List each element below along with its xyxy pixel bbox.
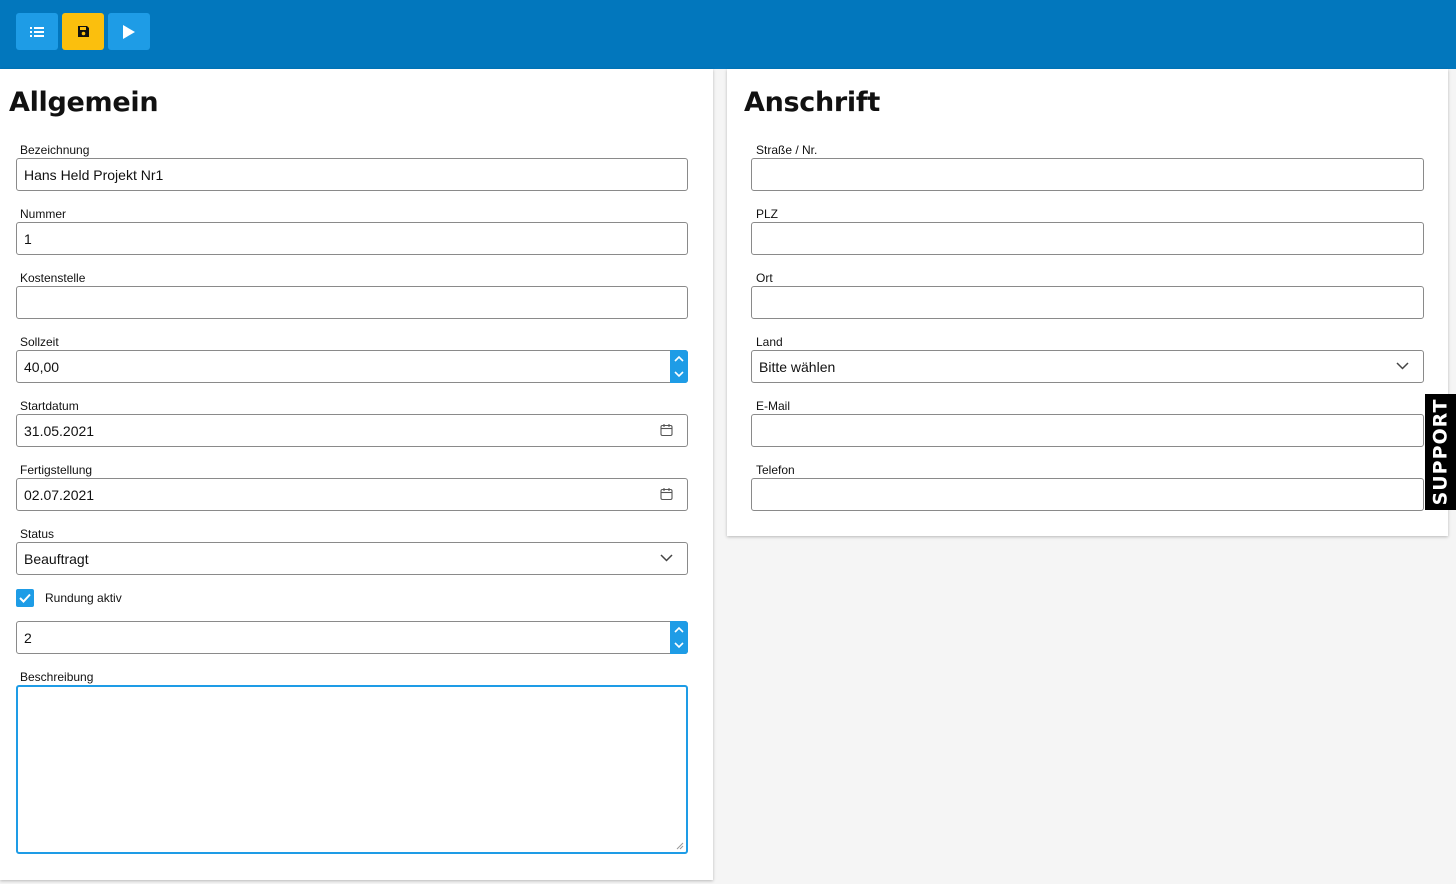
fertigstellung-input[interactable]: 02.07.2021 — [16, 478, 688, 511]
anschrift-title: Anschrift — [744, 87, 880, 118]
run-button[interactable] — [108, 13, 150, 50]
telefon-label: Telefon — [756, 463, 795, 477]
ort-label: Ort — [756, 271, 773, 285]
allgemein-title: Allgemein — [9, 87, 159, 118]
rundung-value: 2 — [24, 629, 32, 646]
sollzeit-stepper[interactable] — [670, 350, 688, 383]
beschreibung-textarea[interactable] — [16, 685, 688, 854]
ort-input[interactable] — [751, 286, 1424, 319]
save-button[interactable] — [62, 13, 104, 50]
rundung-input[interactable]: 2 — [16, 621, 688, 654]
play-icon — [123, 24, 135, 39]
chevron-down-icon[interactable] — [674, 371, 684, 378]
list-icon — [30, 26, 44, 37]
calendar-icon[interactable] — [660, 423, 673, 437]
strasse-input[interactable] — [751, 158, 1424, 191]
email-label: E-Mail — [756, 399, 791, 413]
kostenstelle-label: Kostenstelle — [20, 271, 86, 285]
sollzeit-value: 40,00 — [24, 358, 60, 375]
allgemein-card: Allgemein Bezeichnung Hans Held Projekt … — [0, 69, 713, 880]
bezeichnung-input[interactable]: Hans Held Projekt Nr1 — [16, 158, 688, 191]
status-value: Beauftragt — [24, 550, 89, 567]
chevron-up-icon[interactable] — [674, 355, 684, 362]
checkmark-icon — [19, 593, 31, 603]
land-select[interactable]: Bitte wählen — [751, 350, 1424, 383]
list-button[interactable] — [16, 13, 58, 50]
plz-input[interactable] — [751, 222, 1424, 255]
fertigstellung-value: 02.07.2021 — [24, 486, 95, 503]
plz-label: PLZ — [756, 207, 779, 221]
status-select[interactable]: Beauftragt — [16, 542, 688, 575]
rundung-checkbox[interactable] — [16, 589, 34, 607]
save-icon — [77, 26, 89, 37]
status-label: Status — [20, 527, 55, 541]
fertigstellung-label: Fertigstellung — [20, 463, 93, 477]
startdatum-value: 31.05.2021 — [24, 422, 95, 439]
top-toolbar — [0, 0, 1456, 69]
nummer-label: Nummer — [20, 207, 67, 221]
rundung-label: Rundung aktiv — [45, 591, 122, 605]
anschrift-card: Anschrift Straße / Nr. PLZ Ort Land Bitt… — [727, 69, 1448, 536]
telefon-input[interactable] — [751, 478, 1424, 511]
rundung-stepper[interactable] — [670, 621, 688, 654]
bezeichnung-label: Bezeichnung — [20, 143, 90, 157]
beschreibung-label: Beschreibung — [20, 670, 94, 684]
support-tab[interactable]: SUPPORT — [1425, 394, 1456, 510]
chevron-down-icon[interactable] — [1396, 362, 1409, 370]
sollzeit-label: Sollzeit — [20, 335, 59, 349]
email-input[interactable] — [751, 414, 1424, 447]
resize-handle-icon[interactable] — [676, 842, 684, 850]
nummer-input[interactable]: 1 — [16, 222, 688, 255]
chevron-up-icon[interactable] — [674, 626, 684, 633]
strasse-label: Straße / Nr. — [756, 143, 818, 157]
calendar-icon[interactable] — [660, 487, 673, 501]
land-value: Bitte wählen — [759, 358, 836, 375]
chevron-down-icon[interactable] — [674, 642, 684, 649]
chevron-down-icon[interactable] — [660, 554, 673, 562]
startdatum-label: Startdatum — [20, 399, 79, 413]
sollzeit-input[interactable]: 40,00 — [16, 350, 688, 383]
startdatum-input[interactable]: 31.05.2021 — [16, 414, 688, 447]
land-label: Land — [756, 335, 783, 349]
support-label: SUPPORT — [1429, 398, 1452, 506]
kostenstelle-input[interactable] — [16, 286, 688, 319]
